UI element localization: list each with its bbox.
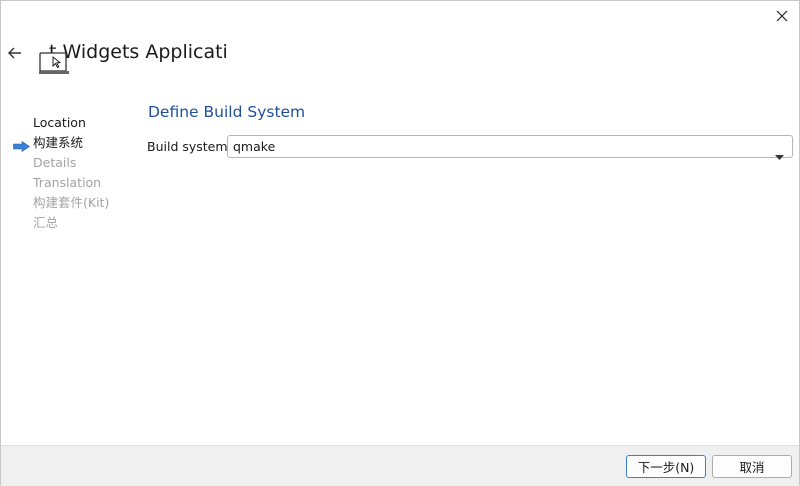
cancel-button[interactable]: 取消 (712, 455, 792, 478)
build-system-label: Build system: (147, 139, 232, 154)
step-translation: Translation (13, 173, 109, 193)
step-kits: 构建套件(Kit) (13, 193, 109, 213)
step-label: Details (33, 155, 77, 170)
build-system-value: qmake (233, 139, 276, 154)
step-location: Location (13, 113, 109, 133)
step-label: Translation (33, 175, 102, 190)
wizard-title: t Widgets Applicatic (49, 41, 229, 63)
back-button[interactable] (7, 45, 25, 63)
step-build-system: 构建系统 (13, 133, 109, 153)
wizard-steps: Location 构建系统 Details Translation 构建套件(K… (13, 113, 109, 233)
close-button[interactable] (771, 5, 793, 27)
wizard-footer: 下一步(N) 取消 (1, 445, 799, 486)
wizard-window: t Widgets Applicatic Location 构建系统 Detai… (0, 0, 800, 486)
build-system-select[interactable]: qmake (227, 135, 793, 160)
step-details: Details (13, 153, 109, 173)
chevron-down-icon (775, 145, 784, 164)
step-label: 汇总 (33, 215, 59, 230)
step-label: 构建套件(Kit) (33, 195, 110, 210)
step-label: Location (33, 115, 86, 130)
laptop-icon (39, 49, 69, 77)
step-label: 构建系统 (33, 135, 84, 150)
close-icon (776, 7, 788, 26)
step-summary: 汇总 (13, 213, 109, 233)
page-title: Define Build System (148, 103, 306, 121)
next-button[interactable]: 下一步(N) (626, 455, 706, 478)
arrow-left-icon (7, 46, 23, 65)
